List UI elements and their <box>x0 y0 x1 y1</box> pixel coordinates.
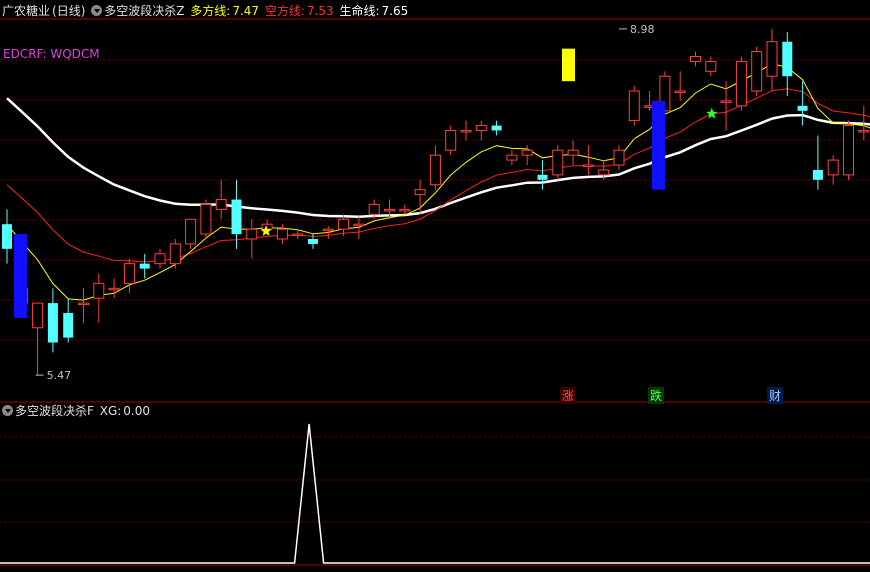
xg-value: 0.00 <box>123 404 151 418</box>
candle-body <box>429 154 441 186</box>
high-marker-label: 8.98 <box>630 23 655 36</box>
life-label: 生命线: <box>339 4 380 18</box>
candle-body <box>154 253 166 265</box>
candle-body <box>827 159 839 176</box>
candle-body <box>674 90 686 94</box>
candle-body <box>200 203 212 235</box>
legend-line: EDCRF: WQDCM <box>3 47 100 61</box>
candle-body <box>552 149 564 176</box>
green-star-icon <box>706 107 718 119</box>
candle-body <box>782 41 793 77</box>
candle-body <box>139 263 150 269</box>
candle-body <box>751 51 763 92</box>
candle-body <box>368 203 380 215</box>
candle-body <box>63 312 74 338</box>
candle-body <box>215 199 227 210</box>
candle-body <box>812 169 823 180</box>
blue-signal-bar <box>14 234 27 318</box>
candle-body <box>123 263 135 284</box>
candle-body <box>705 60 717 72</box>
tag-cai[interactable]: 财 <box>767 387 784 404</box>
candle-body <box>506 154 518 161</box>
candle-body <box>308 238 318 244</box>
bull-value: 7.47 <box>232 4 260 18</box>
life-value: 7.65 <box>381 4 409 18</box>
candle-body <box>598 169 610 176</box>
collapse-icon[interactable] <box>2 405 13 416</box>
candle-body <box>582 164 594 168</box>
candle-body <box>47 303 58 343</box>
candle-body <box>246 228 258 240</box>
tag-zhang[interactable]: 涨 <box>560 387 577 404</box>
candle-body <box>231 199 242 235</box>
candle-body <box>720 100 732 103</box>
candle-body <box>399 208 411 212</box>
candle-body <box>338 218 350 230</box>
bear-value: 7.53 <box>306 4 334 18</box>
candle-body <box>858 129 870 133</box>
xg-label: XG: <box>99 404 122 418</box>
candle-body <box>185 218 197 245</box>
candle-body <box>322 228 334 232</box>
stock-name: 广农糖业 <box>2 4 51 18</box>
candle-body <box>276 228 288 240</box>
marker-layer: 8.98 5.47 <box>14 23 718 382</box>
blue-signal-bar <box>652 100 665 190</box>
tag-die[interactable]: 跌 <box>648 387 665 404</box>
indicator-name[interactable]: 多空波段决杀Z <box>104 4 184 18</box>
candle-body <box>2 224 12 249</box>
candle-body <box>491 125 502 131</box>
candle-body <box>414 189 426 196</box>
sub-indicator-name[interactable]: 多空波段决杀F <box>15 404 94 418</box>
candle-body <box>628 90 640 122</box>
candle-body <box>78 302 89 306</box>
collapse-icon[interactable] <box>91 5 103 16</box>
candle-body <box>475 125 487 131</box>
bull-label: 多方线: <box>190 4 231 18</box>
candle-body <box>460 129 472 133</box>
candle-body <box>521 149 533 156</box>
candle-body <box>169 243 181 265</box>
candle-body <box>797 105 808 111</box>
bear-label: 空方线: <box>264 4 305 18</box>
period-label: (日线) <box>52 4 86 18</box>
candlestick-layer <box>2 28 870 376</box>
candle-body <box>93 282 105 299</box>
candle-body <box>567 149 579 156</box>
candle-body <box>292 233 304 237</box>
xg-line <box>0 423 870 564</box>
candle-body <box>384 208 395 212</box>
yellow-signal-bar <box>562 48 575 82</box>
candle-body <box>613 149 625 166</box>
candle-body <box>843 125 854 176</box>
chart-canvas: 8.98 5.47 <box>0 18 870 566</box>
candle-body <box>32 302 44 329</box>
candle-body <box>537 174 548 180</box>
sub-header: 多空波段决杀F XG: 0.00 <box>2 403 152 419</box>
candle-body <box>735 60 747 107</box>
candle-body <box>353 223 365 227</box>
sub-indicator-layer <box>0 423 870 564</box>
main-header: 广农糖业 (日线) 多空波段决杀Z 多方线: 7.47 空方线: 7.53 生命线: 7… <box>2 3 410 19</box>
low-marker-label: 5.47 <box>47 369 72 382</box>
candle-body <box>445 129 457 151</box>
candle-body <box>108 287 120 291</box>
candle-body <box>690 56 701 62</box>
candle-body <box>766 41 778 77</box>
